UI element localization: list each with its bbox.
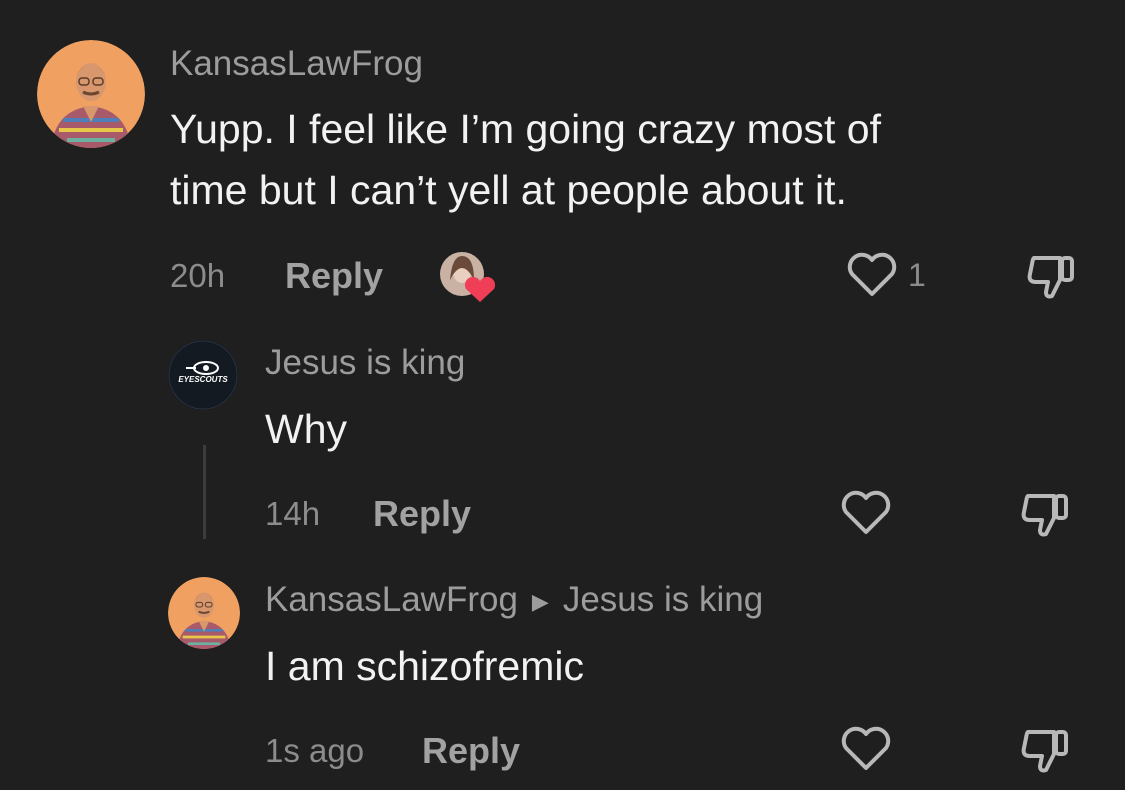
thread-line	[203, 445, 206, 539]
reply-username[interactable]: KansasLawFrog	[265, 580, 518, 619]
avatar-jesus-is-king[interactable]: EYESCOUTS	[168, 340, 238, 410]
comment-text-line-2: time but I can’t yell at people about it…	[170, 167, 847, 213]
avatar-portrait	[37, 40, 145, 148]
heart-outline-icon[interactable]	[846, 252, 898, 298]
like-count: 1	[908, 257, 926, 293]
reply-button[interactable]: Reply	[422, 730, 520, 772]
comment-username[interactable]: KansasLawFrog	[170, 44, 423, 84]
reply-username[interactable]: Jesus is king	[265, 343, 465, 383]
reply-text: Why	[265, 406, 347, 452]
reply-button[interactable]: Reply	[373, 493, 471, 535]
reply-text: I am schizofremic	[265, 643, 584, 689]
reply-button[interactable]: Reply	[285, 255, 383, 297]
thumbs-down-icon[interactable]	[1018, 488, 1074, 540]
creator-liked-badge	[438, 250, 498, 304]
avatar-kansaslawfrog[interactable]	[168, 577, 240, 649]
reply-header: KansasLawFrog ▶ Jesus is king	[265, 580, 763, 620]
comment-text-line-1: Yupp. I feel like I’m going crazy most o…	[170, 106, 881, 152]
eyescouts-logo: EYESCOUTS	[168, 340, 238, 410]
thumbs-down-icon[interactable]	[1024, 250, 1080, 302]
reply-to-username[interactable]: Jesus is king	[563, 580, 763, 619]
reply-arrow-icon: ▶	[531, 588, 549, 614]
reply-timestamp: 1s ago	[265, 732, 365, 769]
comment-timestamp: 20h	[170, 257, 226, 294]
heart-outline-icon[interactable]	[840, 490, 892, 536]
thumbs-down-icon[interactable]	[1018, 724, 1074, 776]
avatar-portrait	[168, 577, 240, 649]
reply-timestamp: 14h	[265, 495, 321, 532]
heart-outline-icon[interactable]	[840, 726, 892, 772]
avatar-kansaslawfrog[interactable]	[37, 40, 145, 148]
avatar-logo-text: EYESCOUTS	[178, 375, 228, 384]
